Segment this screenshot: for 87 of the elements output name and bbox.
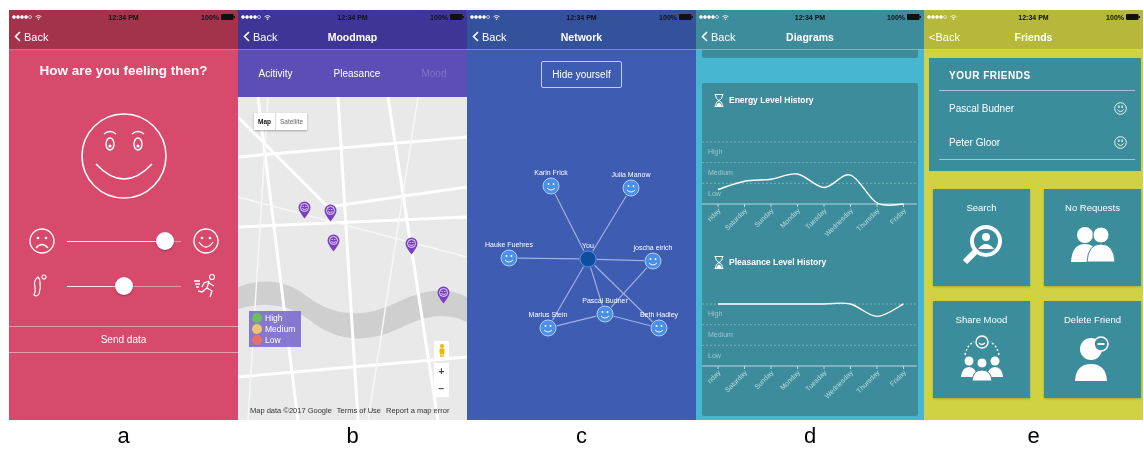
battery-icon	[450, 14, 464, 20]
tile-label: Delete Friend	[1064, 314, 1121, 325]
tile-label: Share Mood	[955, 314, 1008, 325]
smiley-node[interactable]	[596, 305, 614, 323]
panel-label: b	[346, 422, 359, 450]
wifi-icon	[264, 14, 271, 20]
axis-tick	[876, 203, 878, 208]
back-button[interactable]: Back	[238, 30, 278, 43]
share-mood-icon	[958, 335, 1005, 381]
map-pin-icon[interactable]	[324, 204, 337, 222]
smiley-node[interactable]	[539, 319, 557, 337]
axis-tick	[850, 203, 851, 208]
back-button[interactable]: Back	[696, 30, 736, 43]
action-tile[interactable]: Search	[933, 189, 1030, 286]
tile-label: No Requests	[1065, 202, 1120, 213]
screen-title: Moodmap	[327, 30, 378, 43]
map-pin-icon[interactable]	[298, 201, 311, 219]
axis-tick	[797, 365, 798, 370]
friend-row[interactable]: Peter Gloor	[939, 125, 1135, 160]
smiley-node[interactable]	[644, 252, 662, 270]
axis-tick	[797, 203, 798, 208]
question-heading: How are you feeling then?	[39, 63, 208, 78]
user-node[interactable]	[579, 250, 597, 268]
action-tile[interactable]: Delete Friend	[1044, 301, 1141, 398]
smiley-face-icon	[1114, 135, 1127, 149]
legend-label: Medium	[265, 324, 296, 334]
smiley-node[interactable]	[622, 179, 640, 197]
map-pin-icon[interactable]	[437, 286, 450, 304]
action-tile[interactable]: No Requests	[1044, 189, 1141, 286]
chart-title: Pleasance Level History	[729, 257, 827, 267]
tab[interactable]: Pleasance	[327, 67, 387, 80]
wifi-icon	[722, 14, 729, 20]
axis-tick	[903, 203, 904, 208]
hide-yourself-button[interactable]: Hide yourself	[541, 61, 622, 88]
map-pin-icon[interactable]	[327, 234, 340, 252]
chart-title: Energy Level History	[729, 95, 814, 105]
axis-tick	[744, 203, 745, 208]
smiley-face-icon	[1114, 101, 1127, 115]
screen-title: Network	[560, 30, 603, 43]
legend-label: High	[265, 313, 283, 323]
signal-icon	[470, 15, 490, 19]
smiley-node[interactable]	[542, 177, 560, 195]
slider-thumb[interactable]	[155, 232, 174, 250]
network-link	[592, 195, 627, 252]
person-icon	[437, 343, 446, 357]
section-heading: YOUR FRIENDS	[939, 58, 1135, 91]
back-button[interactable]: Back	[9, 30, 49, 43]
panel-label: c	[576, 422, 587, 450]
tab[interactable]: Acitivity	[252, 67, 299, 80]
signal-icon	[927, 15, 947, 19]
happy-face-icon	[192, 228, 219, 254]
battery-icon	[221, 14, 235, 20]
screen-title: Diagrams	[786, 30, 834, 43]
back-button[interactable]: Back	[467, 30, 507, 43]
wifi-icon	[493, 14, 500, 20]
friend-name: Pascal Budner	[949, 102, 1015, 114]
wifi-icon	[950, 14, 957, 20]
panel-label: a	[117, 422, 130, 450]
sad-face-icon	[28, 228, 55, 254]
battery-icon	[1126, 14, 1140, 20]
smiley-face-icon	[79, 112, 168, 200]
screen-title: Friends	[1014, 30, 1053, 43]
panel-label: e	[1027, 422, 1040, 450]
signal-icon	[241, 15, 261, 19]
battery-icon	[907, 14, 921, 20]
send-data-button[interactable]: Send data	[9, 326, 238, 353]
slider-thumb[interactable]	[114, 277, 133, 295]
map-pin-icon[interactable]	[405, 237, 418, 255]
hourglass-icon	[714, 255, 724, 269]
action-tile[interactable]: Share Mood	[933, 301, 1030, 398]
smiley-node[interactable]	[650, 319, 668, 337]
signal-icon	[699, 15, 719, 19]
axis-tick	[903, 365, 904, 370]
legend-label: Low	[265, 335, 281, 345]
smiley-node[interactable]	[500, 249, 518, 267]
friend-row[interactable]: Pascal Budner	[939, 91, 1141, 125]
axis-tick	[850, 365, 851, 370]
tile-label: Search	[966, 202, 997, 213]
wifi-icon	[35, 14, 42, 20]
hourglass-icon	[714, 93, 724, 107]
network-link	[517, 257, 580, 260]
friend-name: Peter Gloor	[949, 136, 1001, 148]
panel-label: d	[803, 422, 817, 450]
axis-tick	[744, 365, 745, 370]
signal-icon	[12, 15, 32, 19]
network-link	[596, 258, 645, 262]
battery-icon	[679, 14, 693, 20]
